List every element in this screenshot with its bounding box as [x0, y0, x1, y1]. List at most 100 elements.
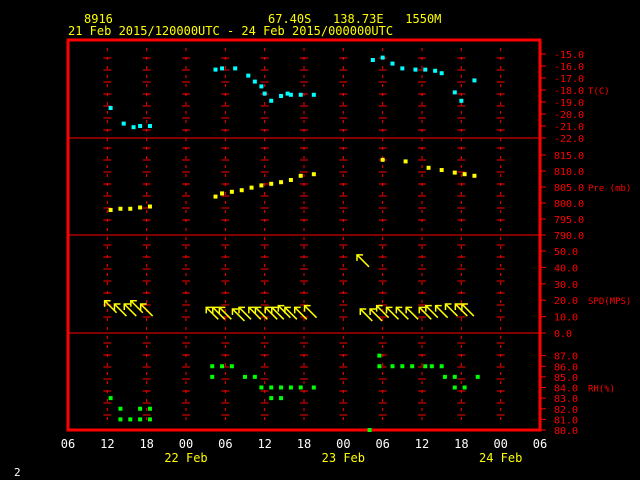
humidity-point [377, 364, 382, 369]
temperature-point [390, 61, 395, 66]
y-tick-label: 84.0 [554, 384, 578, 395]
humidity-point [259, 385, 264, 390]
humidity-point [108, 396, 113, 401]
y-tick-label: 800.0 [554, 199, 584, 210]
pressure-point [229, 189, 234, 194]
humidity-point [442, 374, 447, 379]
temperature-point [452, 90, 457, 95]
meteogram: 06 12 18 00 06 12 18 00 06 12 18 00 06 22 Feb 23 Feb 24… [61, 38, 631, 465]
y-tick-label: 87.0 [554, 352, 578, 363]
humidity-point [452, 374, 457, 379]
temperature-point [259, 84, 264, 89]
temperature-point [279, 94, 284, 98]
y-tick-label: 0.0 [554, 329, 572, 340]
y-tick-label: 83.0 [554, 394, 578, 405]
y-tick-label: 810.0 [554, 167, 584, 178]
y-tick-label: 40.0 [554, 263, 578, 274]
humidity-point [147, 406, 152, 411]
temperature-point [380, 55, 385, 60]
humidity-point [367, 428, 372, 432]
humidity-point [269, 385, 274, 390]
y-tick-label: 805.0 [554, 183, 584, 194]
humidity-point [429, 364, 434, 369]
y-tick-label: 30.0 [554, 280, 578, 291]
x-tick-label: 06 [533, 437, 547, 451]
y-tick-label: 85.0 [554, 373, 578, 384]
humidity-point [452, 385, 457, 390]
temperature-point [269, 98, 274, 103]
pressure-point [472, 173, 477, 178]
y-tick-label: -18.0 [554, 86, 584, 97]
pressure-point [462, 172, 467, 177]
humidity-point [118, 406, 123, 411]
x-tick-label: 18 [139, 437, 153, 451]
x-tick-label: 00 [493, 437, 507, 451]
pressure-point [128, 206, 133, 211]
pressure-point [108, 208, 113, 213]
humidity-point [279, 385, 284, 390]
temperature-point [131, 125, 136, 130]
y-tick-label: 80.0 [554, 426, 578, 437]
wind-arrow-shaft [405, 306, 419, 320]
x-tick-label: 12 [415, 437, 429, 451]
humidity-point [128, 417, 133, 422]
pressure-point [403, 159, 408, 164]
temperature-point [220, 66, 225, 71]
pressure-point [426, 165, 431, 170]
humidity-point [229, 364, 234, 369]
temperature-point [233, 66, 238, 71]
y-tick-label: -21.0 [554, 122, 584, 133]
humidity-point [400, 364, 405, 369]
y-tick-label: -15.0 [554, 50, 584, 61]
humidity-point [311, 385, 316, 390]
y-tick-label: 790.0 [554, 231, 584, 242]
pressure-point [138, 205, 143, 210]
panel-label-pressure: Pre (mb) [588, 184, 631, 194]
humidity-point [210, 364, 215, 369]
panel-label-temperature: T(C) [588, 87, 610, 97]
x-tick-label: 06 [61, 437, 75, 451]
humidity-point [475, 374, 480, 379]
humidity-point [462, 385, 467, 390]
temperature-point [298, 92, 303, 97]
page-number: 2 [14, 466, 21, 479]
pressure-point [259, 183, 264, 188]
temperature-point [423, 67, 428, 72]
temperature-point [108, 106, 113, 110]
temperature-point [459, 98, 464, 103]
x-date-label: 23 Feb [322, 451, 365, 465]
pressure-point [439, 168, 444, 173]
temperature-point [413, 67, 418, 72]
y-tick-label: 10.0 [554, 313, 578, 324]
y-tick-label: 50.0 [554, 247, 578, 258]
x-tick-label: 18 [297, 437, 311, 451]
temperature-point [400, 66, 405, 71]
humidity-point [210, 374, 215, 379]
temperature-point [138, 124, 143, 128]
humidity-point [243, 374, 247, 379]
wind-arrow-shaft [356, 254, 370, 268]
humidity-point [279, 396, 284, 401]
pressure-point [298, 173, 303, 178]
humidity-point [138, 406, 143, 411]
y-tick-label: 815.0 [554, 151, 584, 162]
humidity-point [220, 364, 225, 369]
pressure-point [288, 177, 293, 182]
y-tick-label: 82.0 [554, 405, 578, 416]
temperature-point [213, 67, 218, 72]
x-tick-label: 18 [454, 437, 468, 451]
pressure-point [118, 206, 123, 211]
temperature-point [433, 68, 438, 73]
x-tick-label: 12 [100, 437, 114, 451]
humidity-point [298, 385, 303, 390]
y-tick-label: -19.0 [554, 98, 584, 109]
pressure-point [452, 170, 457, 175]
y-tick-label: 81.0 [554, 415, 578, 426]
y-tick-label: 795.0 [554, 215, 584, 226]
humidity-point [288, 385, 293, 390]
humidity-point [147, 417, 152, 422]
humidity-point [423, 364, 428, 369]
pressure-point [311, 172, 316, 177]
pressure-point [269, 181, 274, 186]
x-tick-label: 12 [257, 437, 271, 451]
